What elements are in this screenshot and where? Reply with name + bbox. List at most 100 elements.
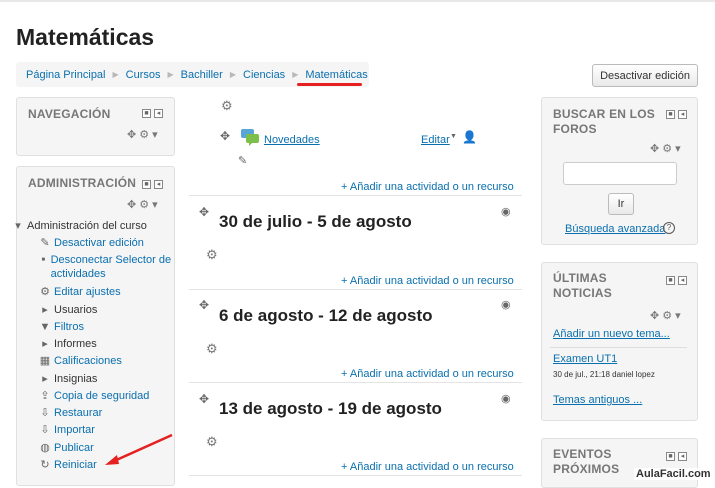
block-dock-icon[interactable]: ◂ <box>678 110 687 119</box>
section-title: 6 de agosto - 12 de agosto <box>219 306 433 325</box>
eye-icon[interactable]: ◉ <box>501 392 511 405</box>
gear-icon[interactable]: ⚙▾ <box>139 199 160 211</box>
block-hide-icon[interactable]: ■ <box>666 110 675 119</box>
eye-icon[interactable]: ◉ <box>501 205 511 218</box>
reset-icon: ↻ <box>40 459 50 471</box>
block-dock-icon[interactable]: ◂ <box>154 109 163 118</box>
move-icon[interactable]: ✥ <box>199 298 209 312</box>
search-forums-input[interactable] <box>563 162 677 185</box>
admin-item-import[interactable]: ⇩ Importar <box>38 423 95 437</box>
add-activity-link[interactable]: + Añadir una actividad o un recurso <box>341 181 514 193</box>
section-divider <box>189 195 522 196</box>
edit-menu[interactable]: Editar <box>421 134 450 146</box>
block-actions: ✥⚙▾ <box>650 142 684 155</box>
news-item-link[interactable]: Examen UT1 <box>553 353 617 365</box>
section-divider <box>189 289 522 290</box>
section-divider <box>189 475 522 476</box>
user-icon[interactable]: 👤 <box>462 130 477 144</box>
pencil-icon[interactable]: ✎ <box>238 154 247 167</box>
block-dock-icon[interactable]: ◂ <box>678 452 687 461</box>
block-hide-icon[interactable]: ■ <box>666 276 675 285</box>
admin-item-backup[interactable]: ⇪ Copia de seguridad <box>38 389 149 403</box>
admin-item-reset[interactable]: ↻ Reiniciar <box>38 458 96 472</box>
admin-item-toggle-edit[interactable]: ✎ Desactivar edición <box>38 236 143 250</box>
block-dock-icon[interactable]: ◂ <box>154 180 163 189</box>
breadcrumb-ciencias[interactable]: Ciencias <box>243 69 285 81</box>
pencil-icon: ✎ <box>40 237 50 249</box>
gear-icon[interactable]: ⚙▾ <box>662 310 683 322</box>
annotation-arrow-icon <box>105 433 173 465</box>
section-gear-icon[interactable]: ⚙ <box>221 98 233 114</box>
block-dock-icon[interactable]: ◂ <box>678 276 687 285</box>
add-activity-link[interactable]: + Añadir una actividad o un recurso <box>341 461 514 473</box>
block-controls: ■ ◂ <box>666 110 687 119</box>
import-icon: ⇩ <box>40 424 50 436</box>
move-icon[interactable]: ✥ <box>650 310 662 322</box>
search-forums-title: BUSCAR EN LOS FOROS <box>553 107 655 136</box>
admin-item-publish[interactable]: ◍ Publicar <box>38 441 94 455</box>
latest-news-title: ÚLTIMAS NOTICIAS <box>553 271 612 300</box>
block-controls: ■ ◂ <box>666 452 687 461</box>
block-hide-icon[interactable]: ■ <box>666 452 675 461</box>
navigation-title: NAVEGACIÓN <box>28 107 111 121</box>
forum-link[interactable]: Novedades <box>264 134 320 146</box>
admin-item-grades[interactable]: ▦ Calificaciones <box>38 354 122 368</box>
toggle-edit-button[interactable]: Desactivar edición <box>592 64 698 87</box>
block-hide-icon[interactable]: ■ <box>142 180 151 189</box>
move-icon[interactable]: ✥ <box>127 129 139 141</box>
news-divider <box>550 347 687 348</box>
caret-down-icon: ▾ <box>15 220 21 232</box>
admin-course-node[interactable]: ▾ Administración del curso <box>11 219 147 233</box>
advanced-search-link[interactable]: Búsqueda avanzada <box>565 223 665 235</box>
forum-icon <box>241 129 259 146</box>
section-title: 30 de julio - 5 de agosto <box>219 212 412 231</box>
search-go-button[interactable]: Ir <box>608 193 634 215</box>
section-gear-icon[interactable]: ⚙ <box>206 434 218 450</box>
admin-item-activity-chooser[interactable]: ■ Desconectar Selector de actividades <box>38 253 186 281</box>
annotation-underline <box>297 83 362 86</box>
admin-item-settings[interactable]: ⚙ Editar ajustes <box>38 285 121 299</box>
block-controls: ■ ◂ <box>666 276 687 285</box>
gear-icon[interactable]: ⚙▾ <box>139 129 160 141</box>
admin-item-restore[interactable]: ⇩ Restaurar <box>38 406 102 420</box>
caret-right-icon: ▸ <box>42 373 48 385</box>
navigation-block: NAVEGACIÓN ■ ◂ ✥⚙▾ <box>16 97 175 156</box>
block-actions: ✥⚙▾ <box>127 128 161 141</box>
gear-icon[interactable]: ⚙▾ <box>662 143 683 155</box>
admin-item-badges[interactable]: ▸ Insignias <box>38 372 97 386</box>
watermark-logo: AulaFacil.com <box>634 468 713 480</box>
add-news-topic-link[interactable]: Añadir un nuevo tema... <box>553 328 670 340</box>
breadcrumb-bachiller[interactable]: Bachiller <box>181 69 223 81</box>
caret-right-icon: ▸ <box>42 338 48 350</box>
breadcrumb-separator-icon: ▶ <box>229 70 236 79</box>
older-topics-link[interactable]: Temas antiguos ... <box>553 394 642 406</box>
block-controls: ■ ◂ <box>142 109 163 118</box>
move-icon[interactable]: ✥ <box>199 205 209 219</box>
help-icon[interactable]: ? <box>663 222 675 234</box>
admin-item-filters[interactable]: ▼ Filtros <box>38 320 84 334</box>
block-hide-icon[interactable]: ■ <box>142 109 151 118</box>
add-activity-link[interactable]: + Añadir una actividad o un recurso <box>341 275 514 287</box>
caret-down-icon[interactable]: ▼ <box>450 133 457 140</box>
section-gear-icon[interactable]: ⚙ <box>206 341 218 357</box>
move-icon[interactable]: ✥ <box>199 392 209 406</box>
move-icon[interactable]: ✥ <box>220 129 230 143</box>
section-divider <box>189 382 522 383</box>
move-icon[interactable]: ✥ <box>127 199 139 211</box>
section-gear-icon[interactable]: ⚙ <box>206 247 218 263</box>
table-icon: ▦ <box>39 355 51 367</box>
admin-item-users[interactable]: ▸ Usuarios <box>38 303 97 317</box>
eye-icon[interactable]: ◉ <box>501 298 511 311</box>
section-title: 13 de agosto - 19 de agosto <box>219 399 442 418</box>
add-activity-link[interactable]: + Añadir una actividad o un recurso <box>341 368 514 380</box>
breadcrumb-home[interactable]: Página Principal <box>26 69 106 81</box>
move-icon[interactable]: ✥ <box>650 143 662 155</box>
restore-icon: ⇩ <box>40 407 50 419</box>
bullet-icon: ■ <box>41 257 46 263</box>
news-item-meta: 30 de jul., 21:18 daniel lopez <box>553 370 655 379</box>
administration-title: ADMINISTRACIÓN <box>28 176 137 190</box>
gear-icon: ⚙ <box>40 286 50 298</box>
breadcrumb-current[interactable]: Matemáticas <box>305 69 367 81</box>
admin-item-reports[interactable]: ▸ Informes <box>38 337 97 351</box>
breadcrumb-courses[interactable]: Cursos <box>126 69 161 81</box>
